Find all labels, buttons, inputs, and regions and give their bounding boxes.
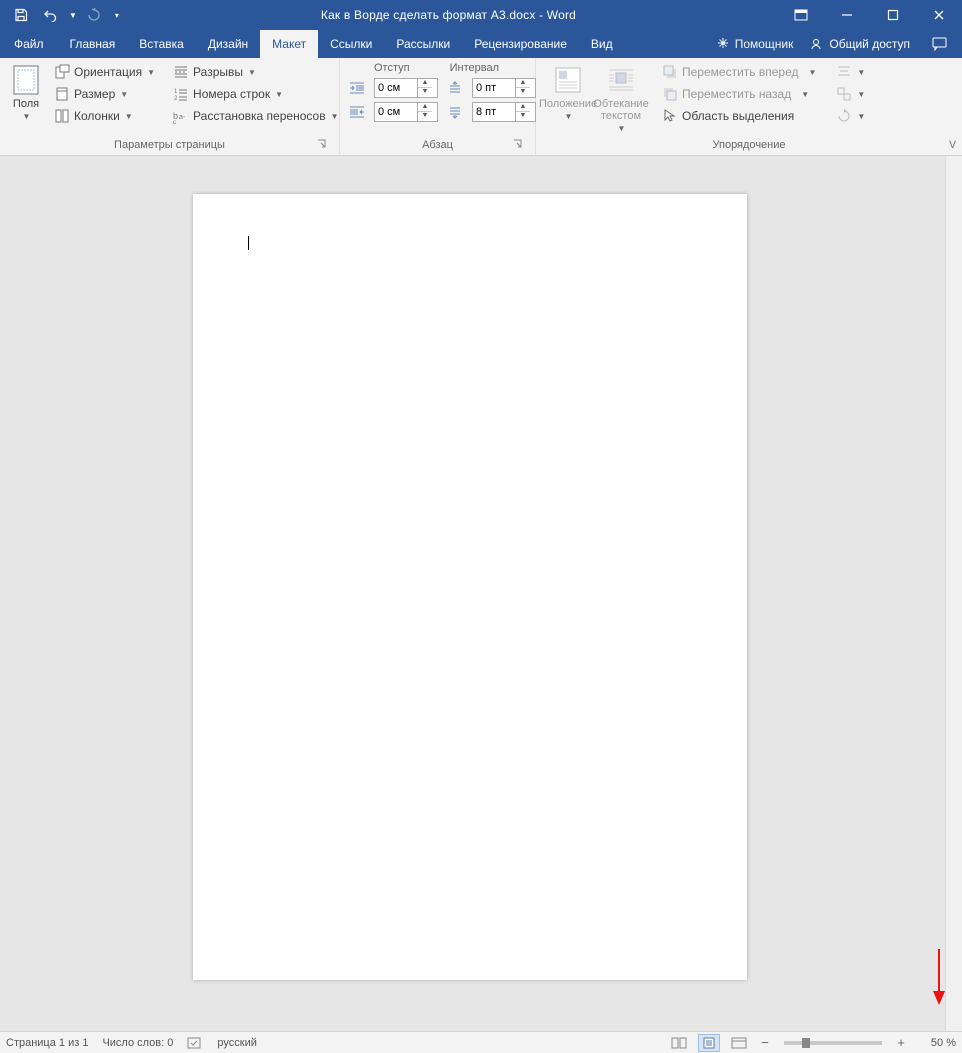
ribbon: Поля ▼ Ориентация▼ Размер▼ Колонки▼ (0, 58, 962, 156)
svg-text:a-: a- (179, 114, 186, 121)
collapse-ribbon-button[interactable]: ᐯ (949, 140, 956, 151)
size-icon (54, 86, 70, 102)
status-language[interactable]: русский (217, 1037, 256, 1049)
tab-file[interactable]: Файл (0, 30, 58, 58)
annotation-arrow-icon (930, 947, 948, 1007)
proofing-icon[interactable] (187, 1036, 203, 1050)
tell-me-label: Помощник (735, 37, 794, 51)
document-area[interactable] (0, 156, 962, 1031)
spacing-header: Интервал (450, 62, 499, 74)
undo-dropdown[interactable]: ▼ (69, 11, 77, 20)
indent-right-input[interactable]: ▲▼ (374, 102, 438, 122)
status-page[interactable]: Страница 1 из 1 (6, 1037, 88, 1049)
page-setup-dialog-launcher[interactable] (317, 139, 329, 151)
bring-forward-button: Переместить вперед▼ (658, 62, 820, 82)
ribbon-display-options[interactable] (778, 0, 824, 30)
rotate-button: ▼ (832, 106, 869, 126)
svg-text:1: 1 (174, 89, 178, 95)
zoom-out-button[interactable]: − (758, 1035, 772, 1050)
zoom-slider[interactable] (784, 1041, 882, 1045)
chevron-down-icon: ▼ (23, 112, 31, 121)
close-button[interactable] (916, 0, 962, 30)
text-cursor (248, 236, 249, 250)
undo-button[interactable] (38, 2, 64, 28)
line-numbers-icon: 12 (173, 86, 189, 102)
status-bar: Страница 1 из 1 Число слов: 0 русский − … (0, 1031, 962, 1053)
indent-left-input[interactable]: ▲▼ (374, 78, 438, 98)
tab-insert[interactable]: Вставка (127, 30, 196, 58)
margins-label: Поля (13, 98, 39, 110)
quick-access-toolbar: ▼ ▾ (0, 2, 119, 28)
wrap-text-button: Обтекание текстом▼ (592, 62, 650, 133)
tab-home[interactable]: Главная (58, 30, 128, 58)
space-after-icon (446, 103, 464, 121)
send-backward-button: Переместить назад▼ (658, 84, 820, 104)
comments-icon[interactable] (926, 37, 954, 51)
columns-button[interactable]: Колонки▼ (50, 106, 159, 126)
print-layout-button[interactable] (698, 1034, 720, 1052)
tab-references[interactable]: Ссылки (318, 30, 384, 58)
maximize-button[interactable] (870, 0, 916, 30)
group-button: ▼ (832, 84, 869, 104)
tab-mailings[interactable]: Рассылки (384, 30, 462, 58)
read-mode-button[interactable] (668, 1034, 690, 1052)
share-button[interactable]: Общий доступ (799, 37, 920, 51)
columns-icon (54, 108, 70, 124)
ribbon-tabs: Файл Главная Вставка Дизайн Макет Ссылки… (0, 30, 962, 58)
tell-me[interactable]: Помощник (717, 37, 794, 51)
zoom-in-button[interactable]: + (894, 1035, 908, 1050)
orientation-icon (54, 64, 70, 80)
window-title: Как в Ворде сделать формат А3.docx - Wor… (119, 8, 778, 22)
line-numbers-button[interactable]: 12 Номера строк▼ (169, 84, 342, 104)
svg-text:c: c (173, 120, 176, 124)
page[interactable] (193, 194, 747, 980)
size-button[interactable]: Размер▼ (50, 84, 159, 104)
indent-right-icon (348, 103, 366, 121)
space-before-icon (446, 79, 464, 97)
hyphenation-icon: ba-c (173, 108, 189, 124)
tab-design[interactable]: Дизайн (196, 30, 260, 58)
tab-layout[interactable]: Макет (260, 30, 318, 58)
bring-forward-icon (662, 64, 678, 80)
paragraph-dialog-launcher[interactable] (513, 139, 525, 151)
orientation-button[interactable]: Ориентация▼ (50, 62, 159, 82)
tab-review[interactable]: Рецензирование (462, 30, 579, 58)
group-title-page-setup: Параметры страницы (8, 137, 331, 153)
save-button[interactable] (8, 2, 34, 28)
selection-pane-button[interactable]: Область выделения (658, 106, 820, 126)
tab-view[interactable]: Вид (579, 30, 625, 58)
position-button: Положение▼ (544, 62, 592, 121)
space-after-input[interactable]: ▲▼ (472, 102, 536, 122)
align-button: ▼ (832, 62, 869, 82)
indent-left-icon (348, 79, 366, 97)
margins-button[interactable]: Поля ▼ (8, 62, 44, 121)
wrap-text-icon (605, 64, 637, 96)
share-label: Общий доступ (829, 37, 910, 51)
margins-icon (10, 64, 42, 96)
group-title-paragraph: Абзац (348, 137, 527, 153)
svg-text:2: 2 (174, 96, 178, 102)
titlebar: ▼ ▾ Как в Ворде сделать формат А3.docx -… (0, 0, 962, 30)
selection-pane-icon (662, 108, 678, 124)
indent-header: Отступ (374, 62, 410, 74)
window-controls (778, 0, 962, 30)
group-title-arrange: Упорядочение (544, 137, 954, 153)
send-backward-icon (662, 86, 678, 102)
position-icon (552, 64, 584, 96)
web-layout-button[interactable] (728, 1034, 750, 1052)
redo-button[interactable] (81, 2, 107, 28)
breaks-icon (173, 64, 189, 80)
breaks-button[interactable]: Разрывы▼ (169, 62, 342, 82)
space-before-input[interactable]: ▲▼ (472, 78, 536, 98)
minimize-button[interactable] (824, 0, 870, 30)
vertical-scrollbar[interactable] (945, 156, 962, 1031)
zoom-level[interactable]: 50 % (916, 1037, 956, 1049)
hyphenation-button[interactable]: ba-c Расстановка переносов▼ (169, 106, 342, 126)
status-word-count[interactable]: Число слов: 0 (102, 1037, 173, 1049)
